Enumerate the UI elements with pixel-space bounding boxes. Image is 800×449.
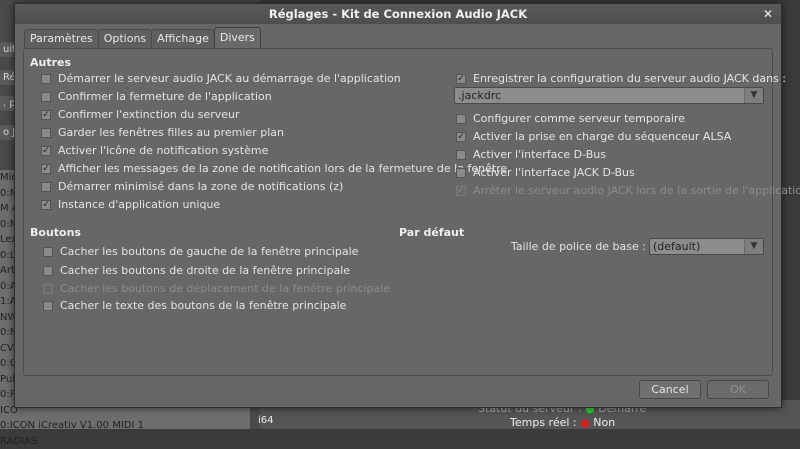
checkbox-unchecked-icon[interactable] bbox=[43, 266, 53, 276]
checkbox-label: Configurer comme serveur temporaire bbox=[473, 112, 685, 125]
checkbox-checked-icon[interactable]: ✓ bbox=[456, 74, 466, 84]
font-size-label: Taille de police de base : bbox=[511, 240, 646, 253]
config-file-value: .jackdrc bbox=[458, 89, 501, 102]
checkbox-item[interactable]: ✓ Afficher les messages de la zone de not… bbox=[41, 162, 507, 175]
arch-label: i64 bbox=[258, 415, 274, 426]
tab-options[interactable]: Options bbox=[98, 29, 152, 48]
checkbox-item[interactable]: ✓ Confirmer l'extinction du serveur bbox=[41, 108, 240, 121]
cancel-button[interactable]: Cancel bbox=[639, 380, 701, 399]
tab-divers[interactable]: Divers bbox=[214, 27, 261, 48]
checkbox-unchecked-icon[interactable] bbox=[43, 284, 53, 294]
checkbox-unchecked-icon[interactable] bbox=[41, 128, 51, 138]
checkbox-item[interactable]: Configurer comme serveur temporaire bbox=[456, 112, 685, 125]
checkbox-item[interactable]: Confirmer la fermeture de l'application bbox=[41, 90, 272, 103]
checkbox-checked-icon[interactable]: ✓ bbox=[41, 110, 51, 120]
title-bar[interactable]: Réglages - Kit de Connexion Audio JACK ✕ bbox=[15, 4, 781, 24]
settings-dialog: Réglages - Kit de Connexion Audio JACK✕ … bbox=[14, 3, 782, 408]
error-icon: ● bbox=[580, 416, 590, 429]
checkbox-item[interactable]: ✓ Arrêter le serveur audio JACK lors de l… bbox=[456, 184, 800, 197]
checkbox-unchecked-icon[interactable] bbox=[456, 168, 466, 178]
boutons-header: Boutons bbox=[30, 226, 81, 239]
checkbox-item[interactable]: Activer l'interface D-Bus bbox=[456, 148, 606, 161]
tab-bar: ParamètresOptionsAffichageDivers bbox=[24, 29, 260, 48]
font-size-value: (default) bbox=[653, 240, 700, 253]
checkbox-item[interactable]: Cacher les boutons de déplacement de la … bbox=[43, 282, 390, 295]
realtime-value: Non bbox=[593, 416, 615, 429]
checkbox-label: Arrêter le serveur audio JACK lors de la… bbox=[473, 184, 800, 197]
checkbox-label: Activer l'interface D-Bus bbox=[473, 148, 606, 161]
checkbox-item[interactable]: Démarrer minimisé dans la zone de notifi… bbox=[41, 180, 343, 193]
checkbox-item[interactable]: Garder les fenêtres filles au premier pl… bbox=[41, 126, 284, 139]
checkbox-label: Cacher les boutons de gauche de la fenêt… bbox=[60, 245, 358, 258]
checkbox-label: Confirmer l'extinction du serveur bbox=[58, 108, 240, 121]
background-list-item: RADIAS bbox=[0, 434, 250, 449]
checkbox-item[interactable]: ✓ Enregistrer la configuration du serveur… bbox=[456, 72, 786, 85]
checkbox-checked-icon[interactable]: ✓ bbox=[41, 146, 51, 156]
checkbox-item[interactable]: Démarrer le serveur audio JACK au démarr… bbox=[41, 72, 401, 85]
checkbox-unchecked-icon[interactable] bbox=[456, 114, 466, 124]
defaults-header: Par défaut bbox=[399, 226, 464, 239]
checkbox-label: Démarrer minimisé dans la zone de notifi… bbox=[58, 180, 343, 193]
checkbox-label: Activer la prise en charge du séquenceur… bbox=[473, 130, 731, 143]
checkbox-label: Garder les fenêtres filles au premier pl… bbox=[58, 126, 284, 139]
divers-panel: Autres Boutons Par défaut .jackdrc ▼ Tail… bbox=[23, 48, 773, 376]
ok-button[interactable]: OK bbox=[707, 380, 769, 399]
autres-header: Autres bbox=[30, 56, 71, 69]
checkbox-label: Afficher les messages de la zone de noti… bbox=[58, 162, 507, 175]
checkbox-label: Activer l'interface JACK D-Bus bbox=[473, 166, 635, 179]
checkbox-item[interactable]: ✓ Activer l'icône de notification système bbox=[41, 144, 268, 157]
checkbox-checked-icon[interactable]: ✓ bbox=[41, 200, 51, 210]
close-icon[interactable]: ✕ bbox=[763, 4, 773, 24]
checkbox-label: Cacher le texte des boutons de la fenêtr… bbox=[60, 299, 346, 312]
checkbox-item[interactable]: Activer l'interface JACK D-Bus bbox=[456, 166, 635, 179]
tab-affichage[interactable]: Affichage bbox=[151, 29, 215, 48]
tab-paramètres[interactable]: Paramètres bbox=[24, 29, 99, 48]
checkbox-label: Activer l'icône de notification système bbox=[58, 144, 268, 157]
font-size-combo[interactable]: (default) ▼ bbox=[649, 238, 764, 255]
checkbox-label: Confirmer la fermeture de l'application bbox=[58, 90, 272, 103]
checkbox-unchecked-icon[interactable] bbox=[43, 301, 53, 311]
checkbox-item[interactable]: Cacher les boutons de gauche de la fenêt… bbox=[43, 245, 358, 258]
checkbox-item[interactable]: Cacher le texte des boutons de la fenêtr… bbox=[43, 299, 346, 312]
config-file-combo[interactable]: .jackdrc ▼ bbox=[454, 87, 764, 104]
realtime-label: Temps réel : bbox=[510, 416, 577, 429]
checkbox-checked-icon[interactable]: ✓ bbox=[41, 164, 51, 174]
checkbox-label: Instance d'application unique bbox=[58, 198, 220, 211]
checkbox-unchecked-icon[interactable] bbox=[456, 150, 466, 160]
background-list-item: 0:ICON iCreativ V1.00 MIDI 1 bbox=[0, 418, 250, 434]
chevron-down-icon: ▼ bbox=[744, 239, 763, 254]
checkbox-checked-icon[interactable]: ✓ bbox=[456, 132, 466, 142]
realtime-status: Temps réel : ● Non bbox=[510, 416, 615, 429]
checkbox-unchecked-icon[interactable] bbox=[43, 247, 53, 257]
dialog-title: Réglages - Kit de Connexion Audio JACK bbox=[269, 7, 527, 21]
checkbox-item[interactable]: ✓ Activer la prise en charge du séquenceu… bbox=[456, 130, 731, 143]
checkbox-label: Cacher les boutons de droite de la fenêt… bbox=[60, 264, 350, 277]
checkbox-item[interactable]: ✓ Instance d'application unique bbox=[41, 198, 220, 211]
checkbox-label: Démarrer le serveur audio JACK au démarr… bbox=[58, 72, 401, 85]
checkbox-checked-icon[interactable]: ✓ bbox=[456, 186, 466, 196]
checkbox-unchecked-icon[interactable] bbox=[41, 74, 51, 84]
checkbox-unchecked-icon[interactable] bbox=[41, 92, 51, 102]
checkbox-unchecked-icon[interactable] bbox=[41, 182, 51, 192]
checkbox-item[interactable]: Cacher les boutons de droite de la fenêt… bbox=[43, 264, 350, 277]
checkbox-label: Enregistrer la configuration du serveur … bbox=[473, 72, 786, 85]
chevron-down-icon: ▼ bbox=[744, 88, 763, 103]
checkbox-label: Cacher les boutons de déplacement de la … bbox=[60, 282, 390, 295]
